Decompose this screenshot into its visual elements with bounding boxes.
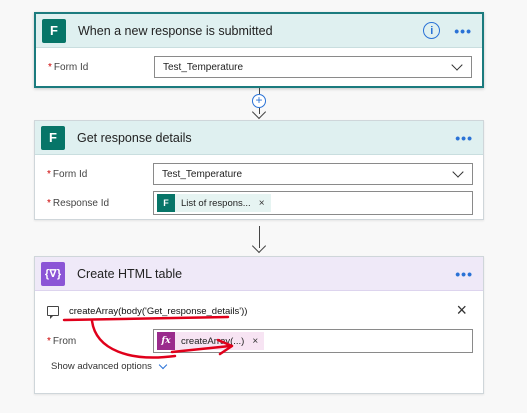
chevron-down-icon[interactable]	[158, 360, 168, 370]
forms-app-icon: F	[41, 125, 65, 150]
fx-icon: fx	[157, 332, 175, 350]
expression-token[interactable]: fx createArray(...) ×	[157, 332, 265, 350]
dynamic-content-token[interactable]: F List of respons... ×	[157, 194, 271, 212]
remove-token-icon[interactable]: ×	[252, 336, 258, 347]
info-icon[interactable]: i	[423, 22, 441, 39]
expression-text[interactable]: createArray(body('Get_response_details')…	[69, 306, 247, 317]
chevron-down-icon[interactable]	[452, 166, 464, 178]
show-advanced-options-link[interactable]: Show advanced options	[45, 360, 473, 372]
trigger-title: When a new response is submitted	[78, 23, 273, 38]
create-html-table-card[interactable]: {∇} Create HTML table ••• createArray(bo…	[34, 256, 484, 394]
more-options-icon[interactable]: •••	[455, 130, 473, 146]
close-icon[interactable]: ×	[456, 301, 467, 319]
response-id-input[interactable]: F List of respons... ×	[153, 191, 473, 215]
more-options-icon[interactable]: •••	[455, 266, 473, 282]
remove-token-icon[interactable]: ×	[259, 198, 265, 209]
chevron-down-icon[interactable]	[451, 59, 463, 71]
form-id-label: * Form Id	[48, 61, 89, 73]
from-input[interactable]: fx createArray(...) ×	[153, 329, 473, 353]
form-id-dropdown[interactable]: Test_Temperature	[154, 56, 472, 78]
get-details-title: Get response details	[77, 130, 192, 145]
get-response-details-card[interactable]: F Get response details ••• * Form Id Test…	[34, 120, 484, 220]
form-id-dropdown[interactable]: Test_Temperature	[153, 163, 473, 185]
response-id-label: * Response Id	[47, 197, 110, 209]
arrow-down-icon	[251, 238, 267, 254]
from-label: * From	[47, 335, 77, 347]
forms-token-icon: F	[157, 194, 175, 212]
data-operation-icon: {∇}	[41, 261, 65, 286]
comment-icon[interactable]	[47, 306, 59, 319]
html-table-title: Create HTML table	[77, 266, 183, 281]
trigger-card[interactable]: F When a new response is submitted i •••…	[34, 12, 484, 88]
html-table-header[interactable]: {∇} Create HTML table •••	[35, 257, 483, 291]
forms-app-icon: F	[42, 18, 66, 43]
arrow-down-icon	[251, 104, 267, 120]
expression-row[interactable]: createArray(body('Get_response_details')…	[45, 299, 473, 323]
form-id-label: * Form Id	[47, 168, 88, 180]
more-options-icon[interactable]: •••	[454, 23, 472, 39]
get-details-header[interactable]: F Get response details •••	[35, 121, 483, 155]
form-id-value: Test_Temperature	[163, 61, 244, 73]
form-id-value: Test_Temperature	[162, 168, 243, 180]
trigger-header[interactable]: F When a new response is submitted i •••	[36, 14, 482, 48]
